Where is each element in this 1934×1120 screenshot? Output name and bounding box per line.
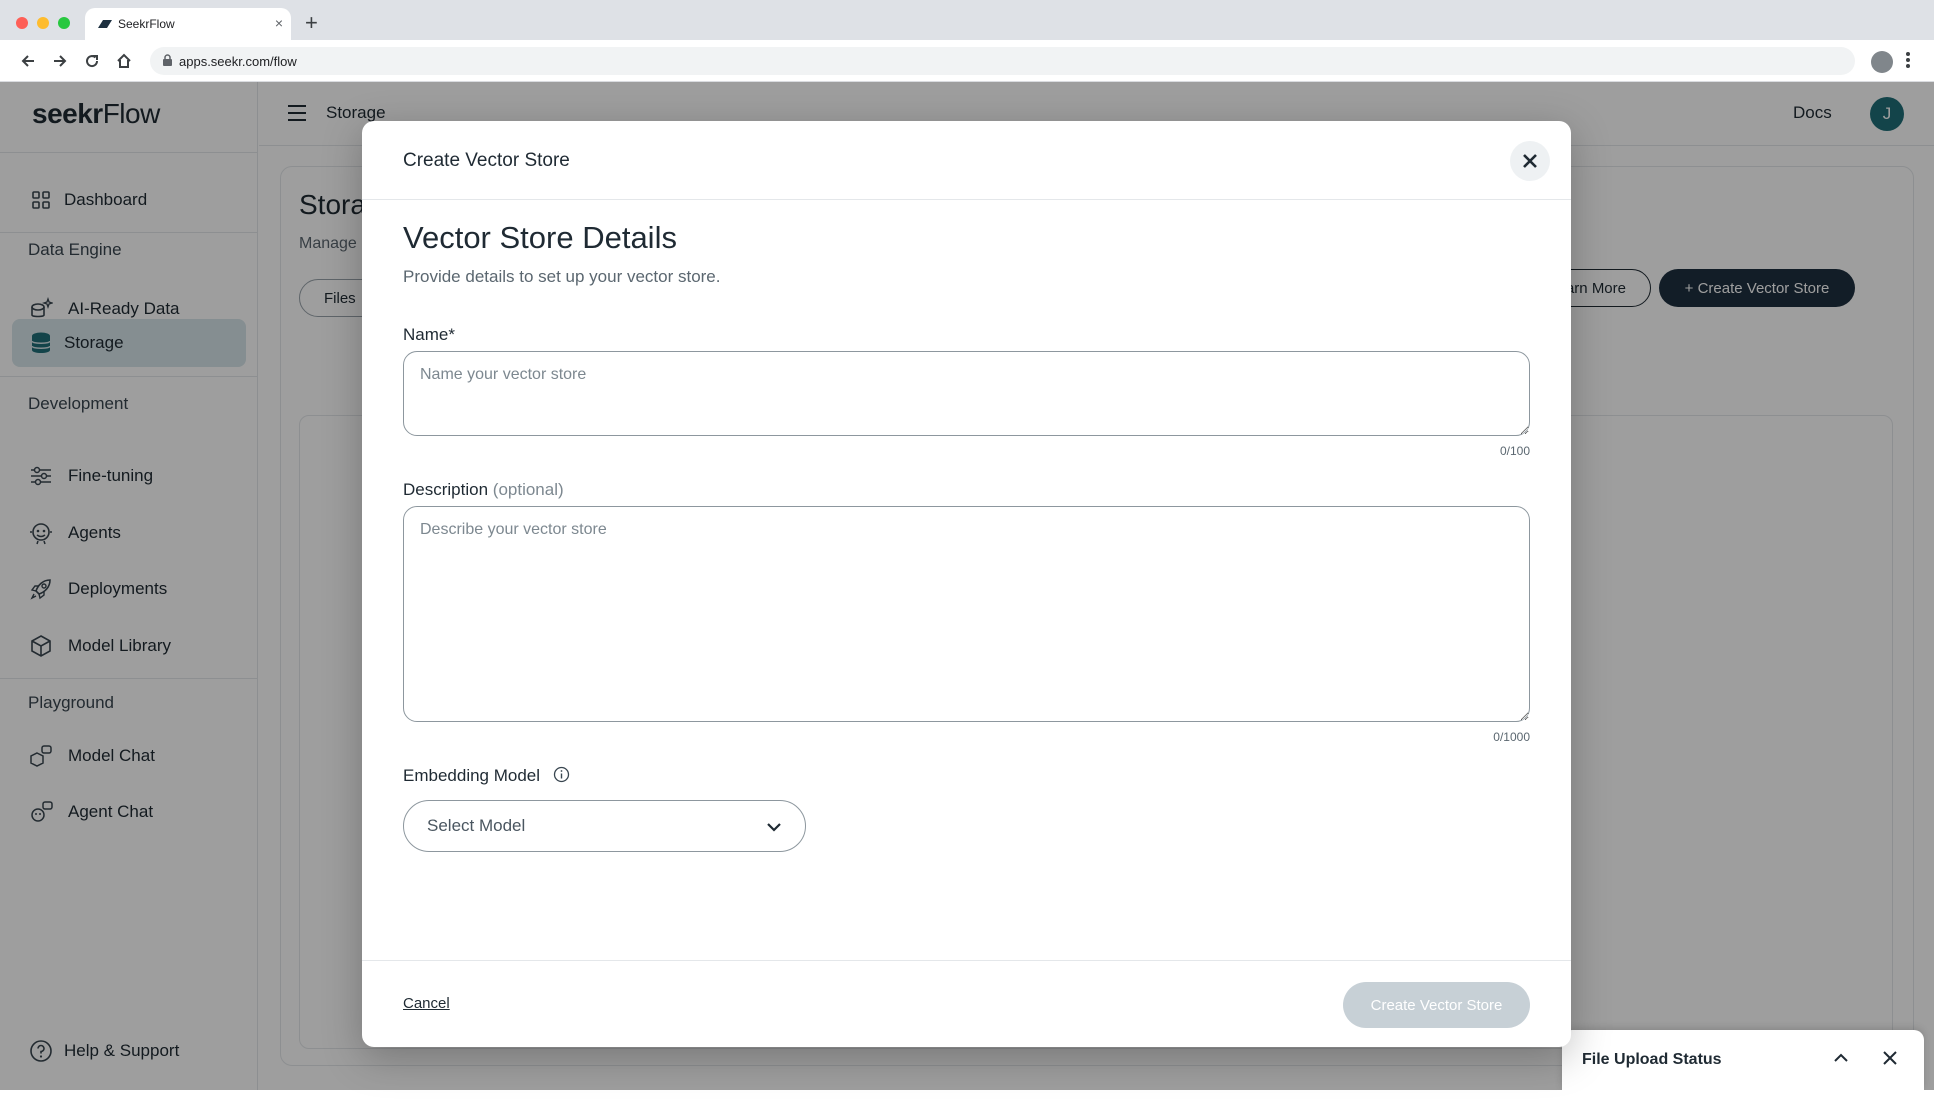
forward-arrow-icon (54, 55, 67, 67)
info-icon[interactable] (553, 766, 570, 783)
tab-close-icon[interactable]: × (275, 14, 283, 32)
description-char-counter: 0/1000 (1493, 730, 1530, 744)
new-tab-button[interactable]: + (305, 12, 318, 34)
browser-profile-icon[interactable] (1871, 51, 1893, 73)
chevron-up-icon[interactable] (1830, 1047, 1852, 1074)
tab-title: SeekrFlow (118, 17, 175, 31)
embedding-model-label-row: Embedding Model (403, 766, 570, 786)
modal-footer: Cancel Create Vector Store (362, 960, 1571, 1047)
modal-title: Create Vector Store (403, 150, 570, 171)
section-subtitle: Provide details to set up your vector st… (403, 267, 721, 286)
embedding-model-label: Embedding Model (403, 766, 541, 785)
lock-icon (163, 54, 172, 66)
address-bar-row: apps.seekr.com/flow (0, 40, 1934, 82)
name-char-counter: 0/100 (1499, 444, 1530, 458)
modal-header: Create Vector Store (362, 121, 1571, 200)
window-bottom-area (0, 1090, 1934, 1120)
create-vector-store-button[interactable]: Create Vector Store (1343, 982, 1530, 1028)
close-icon (1523, 154, 1537, 168)
browser-tab-bar: SeekrFlow × + (0, 0, 1934, 40)
browser-tab[interactable]: SeekrFlow × (85, 8, 291, 40)
home-icon (117, 53, 131, 68)
upload-status-title: File Upload Status (1582, 1051, 1722, 1068)
cancel-button[interactable]: Cancel (403, 995, 450, 1012)
home-button[interactable] (112, 49, 136, 73)
back-arrow-icon (21, 55, 34, 67)
window-minimize-button[interactable] (37, 17, 49, 29)
select-value: Select Model (427, 816, 526, 835)
reload-button[interactable] (80, 49, 104, 73)
name-field[interactable] (403, 351, 1530, 436)
section-title: Vector Store Details (403, 220, 677, 255)
browser-menu-icon[interactable] (1905, 50, 1911, 72)
embedding-model-select[interactable]: Select Model (403, 800, 806, 852)
url-text: apps.seekr.com/flow (179, 54, 297, 69)
create-vector-store-modal: Create Vector Store Vector Store Details… (362, 121, 1571, 1047)
description-label: Description (optional) (403, 480, 564, 499)
optional-hint: (optional) (492, 480, 564, 499)
name-label: Name* (403, 325, 455, 344)
description-field[interactable] (403, 506, 1530, 722)
file-upload-status-panel: File Upload Status (1562, 1030, 1924, 1090)
url-input[interactable]: apps.seekr.com/flow (150, 47, 1855, 75)
modal-close-button[interactable] (1510, 141, 1550, 181)
reload-icon (86, 55, 99, 68)
back-button[interactable] (16, 49, 40, 73)
seekr-favicon-icon (98, 20, 112, 28)
window-maximize-button[interactable] (58, 17, 70, 29)
close-icon[interactable] (1880, 1048, 1900, 1073)
chevron-down-icon (767, 823, 781, 832)
forward-button[interactable] (48, 49, 72, 73)
window-close-button[interactable] (16, 17, 28, 29)
